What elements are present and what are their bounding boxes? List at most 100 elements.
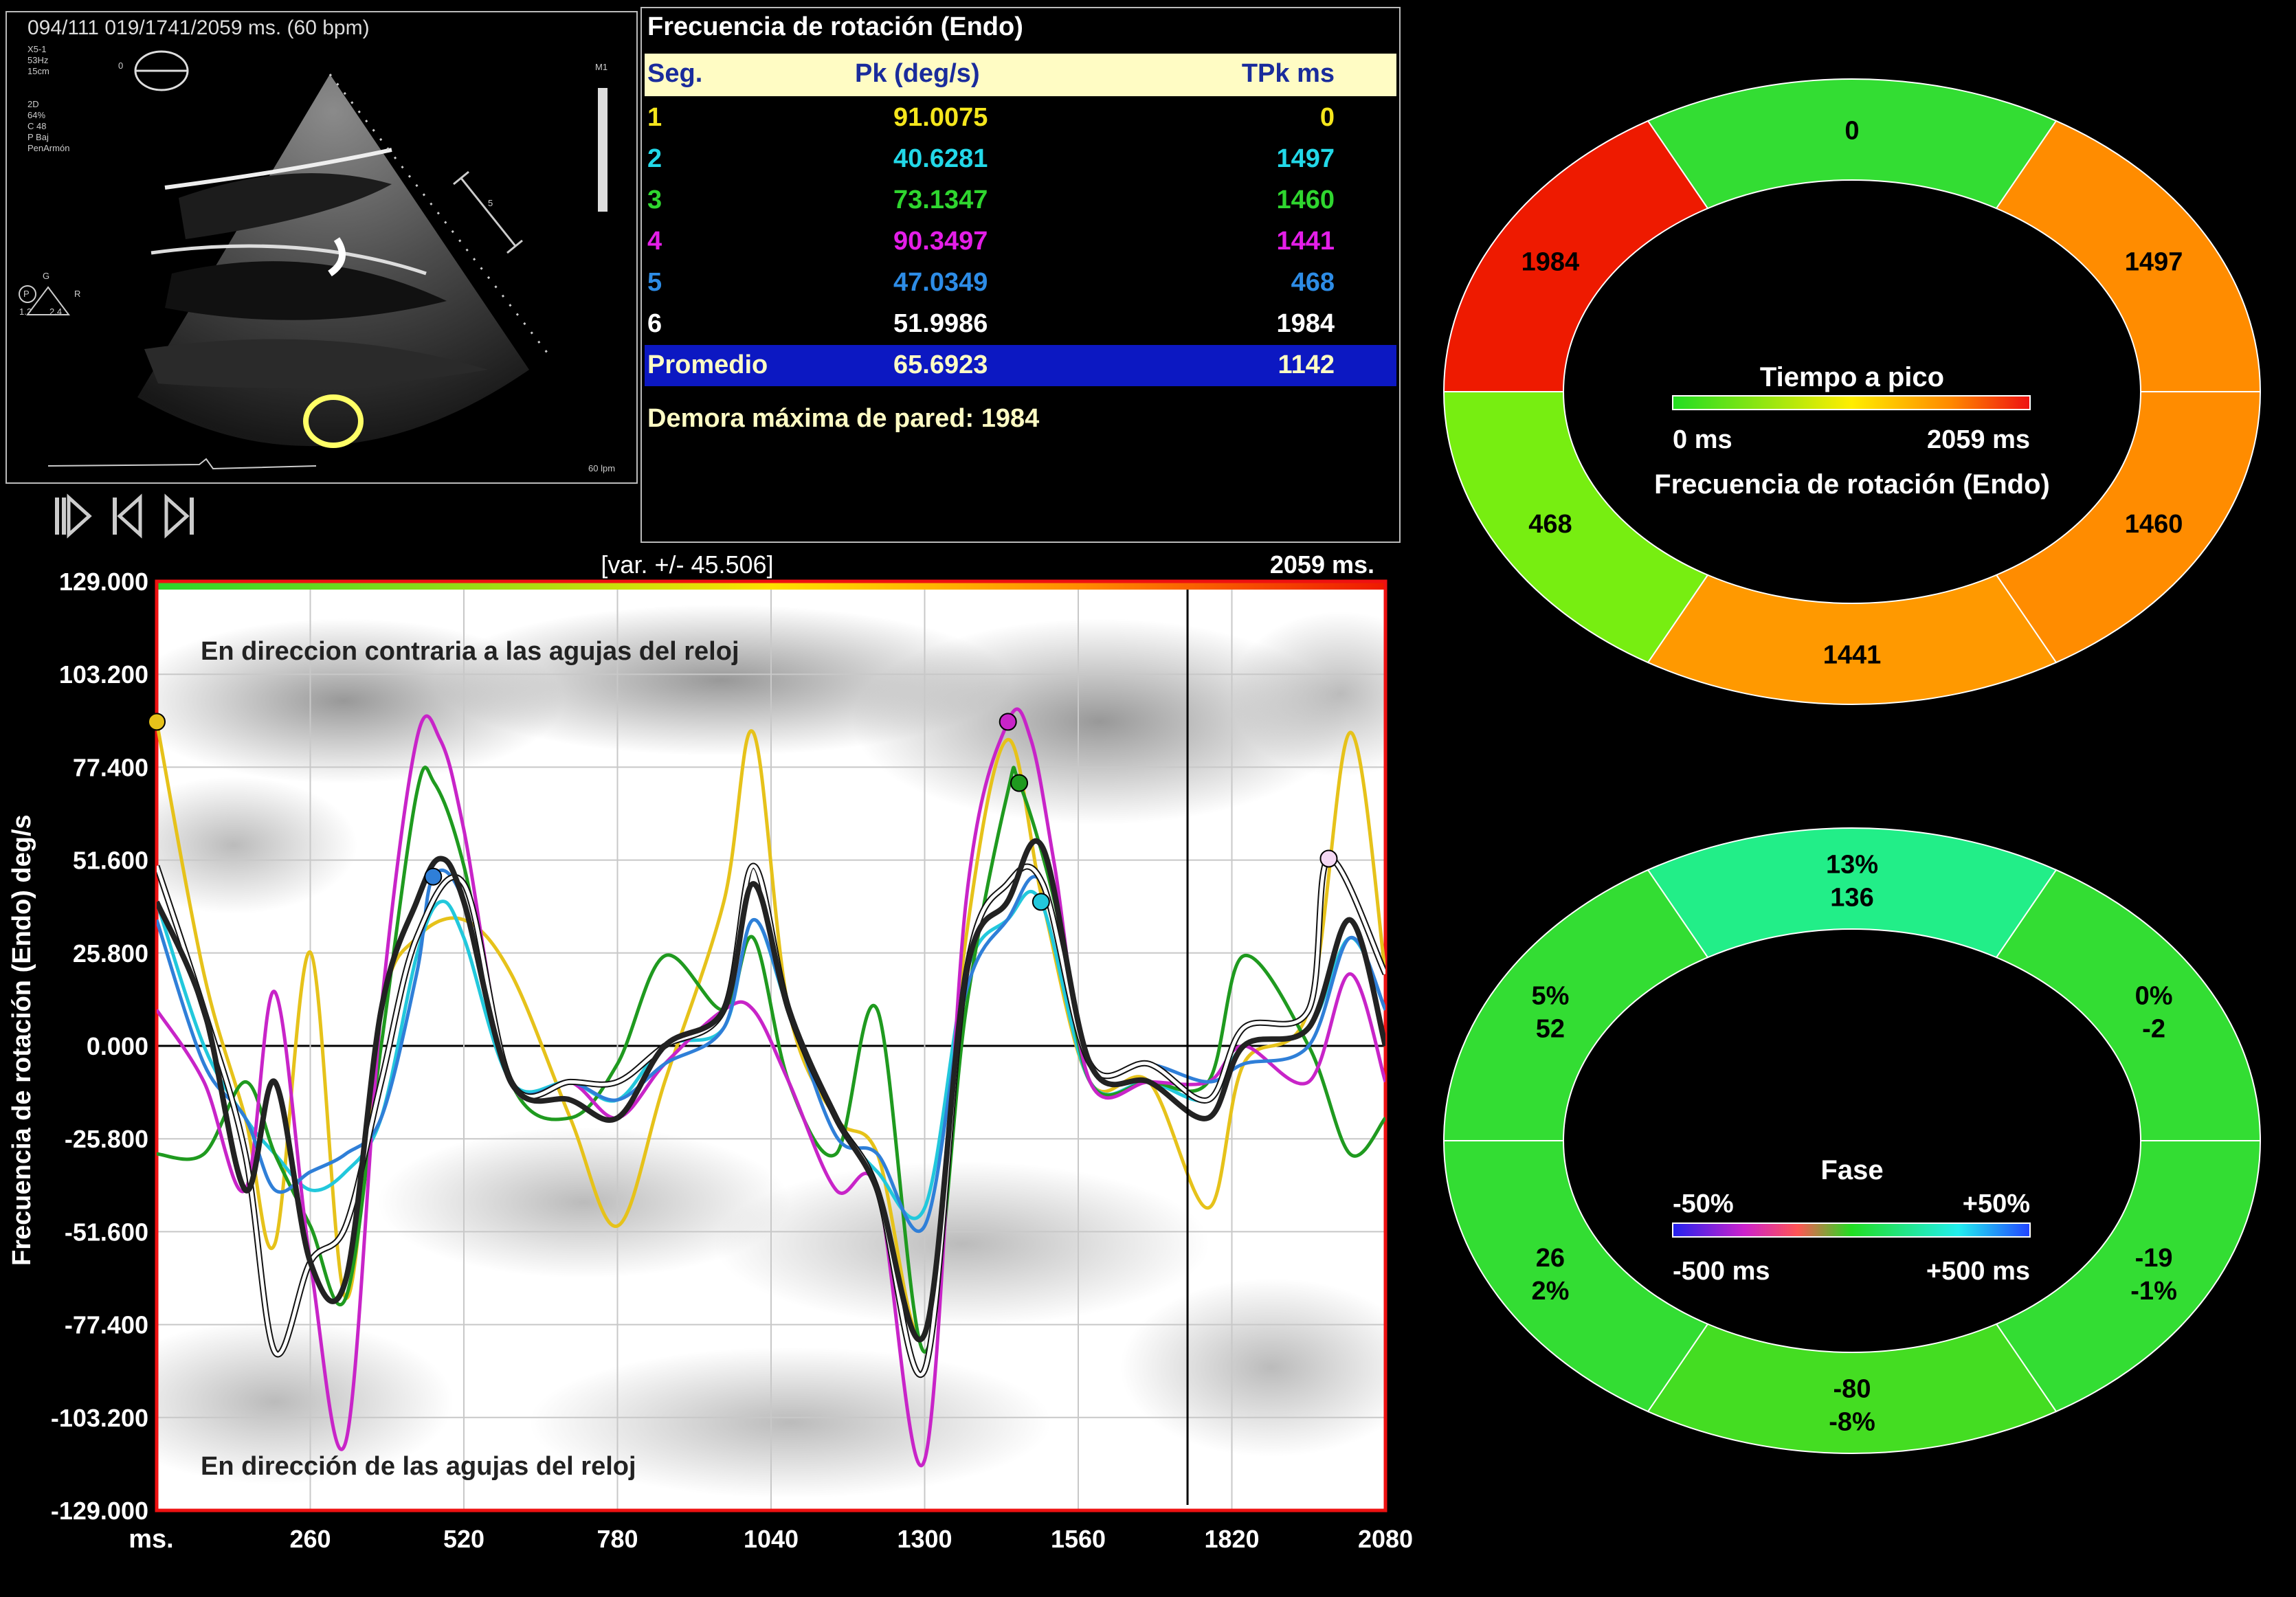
y-tick-label: -25.800 [65,1125,148,1153]
table-row: 4 90.3497 1441 [645,221,1396,263]
peak-marker-seg-5 [424,867,443,886]
y-tick-labels: 129.000 103.200 77.400 51.600 25.800 0.000 -25… [51,568,148,1525]
x-tick-label: 1300 [897,1525,952,1553]
orientation-r: R [74,289,81,299]
bullseye-segment[interactable] [1647,574,2058,705]
previous-frame-icon[interactable] [106,492,147,540]
peak-marker-seg-2 [1032,893,1050,911]
phase-ms-max: +500 ms [1926,1257,2030,1286]
probe-zero-label: 0 [118,60,124,71]
table-row: 1 91.0075 0 [645,98,1396,139]
avg-pk: 65.6923 [893,350,988,379]
echo-image [19,50,608,470]
table-average-row: Promedio 65.6923 1142 [645,345,1396,386]
time-to-peak-bullseye[interactable]: 01497146014414681984 Tiempo a pico 0 ms … [1436,62,2268,749]
row-tpk: 1460 [1276,186,1335,214]
row-pk: 51.9986 [893,309,988,338]
variance-label: [var. +/- 45.506] [601,550,773,579]
y-tick-label: -103.200 [51,1404,148,1432]
m1-label: M1 [595,62,608,72]
row-seg: 5 [647,268,662,297]
orientation-g: G [43,271,50,281]
play-step-icon[interactable] [51,492,92,540]
table-row: 6 51.9986 1984 [645,304,1396,345]
row-tpk: 0 [1319,103,1335,132]
segment-value: 1441 [1823,641,1882,670]
segment-percent: 26 [1536,1244,1565,1273]
segment-percent: -80 [1834,1375,1871,1404]
segment-percent: 5% [1531,981,1569,1010]
row-tpk: 468 [1291,268,1335,297]
phase-title: Fase [1820,1155,1883,1185]
bullseye-segment[interactable] [1442,869,1709,1141]
rotation-rate-table: Frecuencia de rotación (Endo) Seg. Pk (d… [640,7,1401,543]
row-tpk: 1441 [1276,227,1335,256]
header-seg: Seg. [647,59,703,88]
table-row: 2 40.6281 1497 [645,139,1396,180]
row-pk: 73.1347 [893,186,988,214]
settings-line-5: PenArmón [27,143,70,153]
y-tick-label: -51.600 [65,1218,148,1246]
row-seg: 1 [647,103,662,132]
y-tick-label: 51.600 [73,847,148,875]
bullseye-segment[interactable] [1995,869,2262,1141]
bullseye-title: Tiempo a pico [1760,362,1944,392]
header-tpk: TPk ms [1241,59,1335,88]
table-title: Frecuencia de rotación (Endo) [647,12,1023,41]
probe-line-3: 15cm [27,66,49,76]
row-tpk: 1984 [1276,309,1335,338]
table-row: 3 73.1347 1460 [645,180,1396,221]
peak-marker-seg-6 [1319,849,1338,868]
phase-pct-min: -50% [1673,1190,1734,1218]
bullseye-segment[interactable] [1995,1140,2262,1413]
next-frame-icon[interactable] [159,492,201,540]
segment-value: 1497 [2125,247,2183,276]
row-pk: 40.6281 [893,144,988,173]
time-scale-min: 0 ms [1673,425,1732,454]
y-tick-label: 25.800 [73,939,148,968]
segment-value: -1% [2130,1277,2177,1306]
settings-line-3: C 48 [27,121,47,131]
avg-label: Promedio [647,350,768,379]
settings-line-4: P Baj [27,132,49,142]
rotation-rate-chart[interactable]: [var. +/- 45.506] 2059 ms. En direccion … [0,543,1416,1597]
y-axis-label: Frecuencia de rotación (Endo) deg/s [8,814,36,1266]
header-pk: Pk (deg/s) [855,59,980,88]
phase-bullseye[interactable]: 13% 136 0% -2 -19 -1% -80 -8% 26 2% 5% 52 Fase -50%… [1436,811,2268,1498]
bullseye-segment[interactable] [1442,391,1709,664]
row-seg: 2 [647,144,662,173]
phase-segments: 13% 136 0% -2 -19 -1% -80 -8% 26 2% 5% 52 [1442,827,2262,1454]
heart-rate-label: 60 lpm [588,463,616,473]
segment-value: 1460 [2125,510,2183,539]
x-tick-label: 1820 [1204,1525,1259,1553]
time-color-scale [1672,395,2031,410]
x-tick-label: 260 [289,1525,331,1553]
table-row: 5 47.0349 468 [645,263,1396,304]
x-tick-label: 780 [597,1525,638,1553]
row-pk: 47.0349 [893,268,988,297]
echo-image-panel[interactable]: 094/111 019/1741/2059 ms. (60 bpm) 0 X5-… [5,11,638,484]
duration-label: 2059 ms. [1270,550,1374,579]
bullseye-subtitle: Frecuencia de rotación (Endo) [1654,469,2050,500]
row-pk: 90.3497 [893,227,988,256]
orientation-v2: 2.4 [49,306,63,317]
y-tick-label: 77.400 [73,753,148,781]
time-scale-max: 2059 ms [1927,425,2030,454]
segment-value: 136 [1830,884,1873,913]
segment-value: 468 [1528,510,1572,539]
bullseye-segment[interactable] [1442,1140,1709,1413]
segment-percent: 13% [1826,851,1878,880]
x-tick-label: 520 [443,1525,484,1553]
segment-value: -8% [1829,1408,1875,1437]
row-tpk: 1497 [1276,144,1335,173]
annotation-counterclockwise: En direccion contraria a las agujas del … [201,637,739,666]
row-seg: 4 [647,227,662,256]
y-tick-label: -77.400 [65,1311,148,1339]
table-header-row: Seg. Pk (deg/s) TPk ms [645,54,1396,96]
phase-color-scale [1672,1222,2031,1238]
segment-value: 1984 [1522,247,1580,276]
segment-percent: 0% [2135,981,2173,1010]
segment-value: 52 [1536,1014,1565,1043]
settings-line-1: 2D [27,99,39,109]
probe-line-1: X5-1 [27,44,47,54]
